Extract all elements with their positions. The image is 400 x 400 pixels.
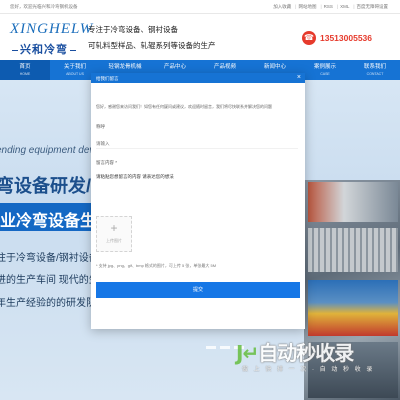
top-link-accessibility[interactable]: 百度无障碍设置 bbox=[351, 4, 390, 10]
name-input[interactable] bbox=[96, 136, 298, 149]
nav-sublabel: HOME bbox=[19, 72, 31, 76]
nav-item-contact[interactable]: 联系我们 CONTACT bbox=[350, 60, 400, 80]
site-header: XINGHELW 兴和冷弯 专注于冷弯设备、钢衬设备 可轧料型样品、轧辊系列等设… bbox=[0, 14, 400, 60]
logo-chinese[interactable]: 兴和冷弯 bbox=[10, 41, 78, 57]
nav-label: 产品中心 bbox=[163, 64, 186, 70]
upload-hint: * 支持 jpg、png、gif、bmp 格式的图片，可上传 5 张，单张最大 … bbox=[96, 263, 217, 268]
top-bar: 您好，欢迎光临兴和冷弯钢机设备 加入收藏 网站地图 RSS XML 百度无障碍设… bbox=[0, 0, 400, 14]
upload-image-button[interactable]: + 上传图片 bbox=[96, 216, 132, 252]
machine-photo bbox=[308, 228, 398, 272]
phone-number: 13513005536 bbox=[320, 33, 373, 43]
phone-icon: ☎ bbox=[302, 31, 316, 45]
nav-label: 轻钢龙骨机械 bbox=[108, 64, 142, 70]
nav-label: 新闻中心 bbox=[263, 64, 286, 70]
upload-label: 上传图片 bbox=[106, 238, 122, 243]
plus-icon: + bbox=[110, 221, 118, 235]
top-link-favorite[interactable]: 加入收藏 bbox=[271, 4, 293, 10]
slogan-line-1: 专注于冷弯设备、钢衬设备 bbox=[88, 25, 178, 34]
watermark-logo: J↵自动秒收录 bbox=[236, 341, 354, 365]
submit-button[interactable]: 提交 bbox=[96, 282, 300, 298]
machine-photo bbox=[308, 280, 398, 336]
welcome-text: 您好，欢迎光临兴和冷弯钢机设备 bbox=[10, 4, 78, 9]
top-links: 加入收藏 网站地图 RSS XML 百度无障碍设置 bbox=[271, 4, 390, 10]
logo-english[interactable]: XINGHELW bbox=[10, 21, 93, 38]
modal-description: 您好，感谢您来访问我们！如您有任何疑问或建议，欢迎随时留言，我们将尽快联系并解决… bbox=[96, 104, 272, 109]
banner-headline: 弯设备研发/ bbox=[0, 176, 92, 196]
nav-label: 联系我们 bbox=[363, 64, 386, 70]
slogan-line-2: 可轧料型样品、轧辊系列等设备的生产 bbox=[88, 41, 216, 50]
name-label: 称呼 bbox=[96, 124, 105, 129]
watermark-subtitle: 做 上 快 排 一 次 · 自 动 秒 收 录 bbox=[242, 367, 375, 373]
close-icon[interactable]: × bbox=[297, 74, 301, 81]
nav-item-cases[interactable]: 案例展示 CASE bbox=[300, 60, 350, 80]
watermark-logo-arrow: ↵ bbox=[242, 341, 259, 365]
message-textarea[interactable]: 请粘贴您想留言的内容 请表达您的想法 bbox=[96, 174, 298, 210]
carousel-dot[interactable] bbox=[206, 346, 216, 349]
modal-title: 给我们留言 bbox=[96, 76, 119, 81]
modal-header: 给我们留言 × bbox=[91, 73, 305, 83]
top-link-sitemap[interactable]: 网站地图 bbox=[293, 4, 318, 10]
message-modal: 给我们留言 × 您好，感谢您来访问我们！如您有任何疑问或建议，欢迎随时留言，我们… bbox=[91, 73, 305, 329]
top-link-rss[interactable]: RSS bbox=[318, 4, 334, 10]
nav-label: 关于我们 bbox=[63, 64, 86, 70]
nav-label: 首页 bbox=[19, 64, 31, 70]
machine-photo bbox=[308, 182, 398, 222]
nav-sublabel: CASE bbox=[320, 72, 330, 76]
watermark-logo-text: 自动秒收录 bbox=[258, 341, 354, 365]
watermark: J↵自动秒收录 做 上 快 排 一 次 · 自 动 秒 收 录 bbox=[236, 337, 386, 377]
nav-label: 产品视频 bbox=[213, 64, 236, 70]
top-link-xml[interactable]: XML bbox=[335, 4, 351, 10]
nav-label: 案例展示 bbox=[313, 64, 336, 70]
nav-item-home[interactable]: 首页 HOME bbox=[0, 60, 50, 80]
nav-sublabel: CONTACT bbox=[366, 72, 384, 76]
carousel-dot[interactable] bbox=[220, 346, 230, 349]
message-label: 留言内容 * bbox=[96, 160, 118, 165]
